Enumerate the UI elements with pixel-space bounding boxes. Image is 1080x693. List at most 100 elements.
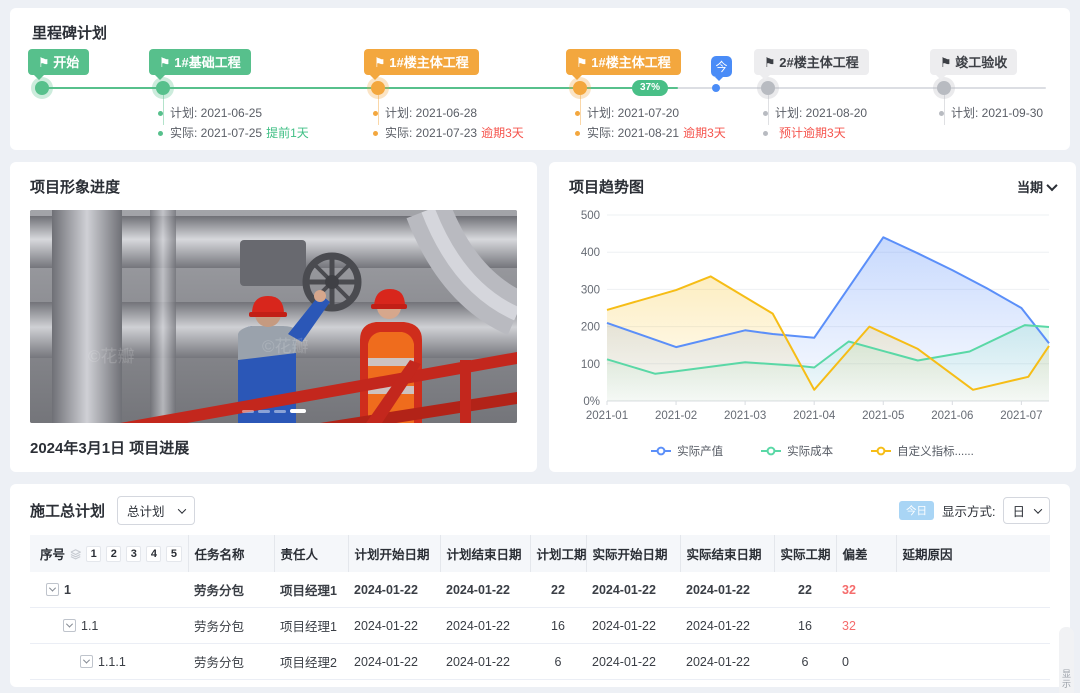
carousel-dot[interactable]	[242, 410, 254, 413]
period-dropdown-value: 当期	[1017, 177, 1043, 196]
svg-text:2021-06: 2021-06	[931, 410, 973, 422]
row-collapse-toggle[interactable]	[80, 655, 93, 668]
plan-start: 2024-01-22	[348, 608, 440, 644]
milestone-status: 提前1天	[266, 126, 309, 140]
construction-plan-card: 施工总计划 总计划 今日 显示方式: 日 序号12345任务名称责任	[10, 484, 1070, 687]
milestone-badge[interactable]: ⚑ 竣工验收	[930, 49, 1017, 75]
bullet-icon	[158, 131, 163, 136]
milestone-badge[interactable]: ⚑ 开始	[28, 49, 89, 75]
trend-chart-title: 项目趋势图	[569, 176, 644, 197]
milestone-node[interactable]	[371, 81, 385, 95]
milestone-node[interactable]	[573, 81, 587, 95]
svg-text:©花瓣: ©花瓣	[262, 337, 309, 356]
plan-days: 16	[530, 608, 586, 644]
milestone-badge[interactable]: ⚑ 1#基础工程	[149, 49, 251, 75]
actual-end: 2024-01-22	[680, 572, 774, 608]
today-marker-tag[interactable]: 今	[711, 56, 732, 77]
actual-days: 6	[774, 644, 836, 680]
legend-item[interactable]: 实际成本	[761, 443, 833, 459]
plan-type-select[interactable]: 总计划	[117, 496, 195, 525]
carousel-dot-active[interactable]	[290, 409, 306, 413]
bullet-icon	[575, 131, 580, 136]
deviation-value: 32	[842, 583, 856, 597]
level-button-5[interactable]: 5	[166, 546, 181, 562]
milestone-timeline: ⚑ 开始⚑ 1#基础工程计划: 2021-06-25实际: 2021-07-25…	[32, 47, 1048, 151]
legend-marker-icon	[871, 446, 891, 456]
milestone-date: 计划: 2021-06-28	[385, 103, 477, 123]
actual-start: 2024-01-22	[586, 680, 680, 688]
column-header: 实际工期	[774, 535, 836, 572]
row-collapse-toggle[interactable]	[63, 619, 76, 632]
flag-icon: ⚑	[159, 55, 171, 70]
column-header-label: 计划开始日期	[355, 548, 430, 562]
milestone-date: 预计逾期3天	[775, 123, 846, 143]
level-button-1[interactable]: 1	[86, 546, 101, 562]
milestone-badge[interactable]: ⚑ 1#楼主体工程	[566, 49, 681, 75]
milestone-details: 计划: 2021-09-30	[939, 103, 1043, 123]
actual-days: 5	[774, 680, 836, 688]
bullet-icon	[763, 111, 768, 116]
svg-text:300: 300	[581, 284, 600, 296]
carousel-dot[interactable]	[274, 410, 286, 413]
display-mode-value: 日	[1012, 501, 1025, 520]
carousel-dots	[242, 409, 306, 413]
side-tab[interactable]: 显示	[1059, 627, 1074, 693]
column-header: 偏差	[836, 535, 896, 572]
svg-text:2021-04: 2021-04	[793, 410, 836, 422]
milestone-details: 计划: 2021-06-28实际: 2021-07-23逾期3天	[373, 103, 524, 143]
column-header-label: 责任人	[281, 548, 319, 562]
column-header-label: 实际工期	[781, 548, 831, 562]
delay-reason	[896, 644, 1050, 680]
flag-icon: ⚑	[374, 55, 386, 70]
bullet-icon	[939, 111, 944, 116]
level-button-3[interactable]: 3	[126, 546, 141, 562]
legend-item[interactable]: 自定义指标......	[871, 443, 974, 459]
row-collapse-toggle[interactable]	[46, 583, 59, 596]
legend-label: 实际产值	[677, 443, 723, 459]
plan-table-title: 施工总计划	[30, 500, 105, 521]
display-mode-select[interactable]: 日	[1003, 497, 1050, 524]
milestone-status: 逾期3天	[683, 126, 726, 140]
legend-label: 自定义指标......	[897, 443, 974, 459]
plan-end: 2024-01-22	[440, 680, 530, 688]
layers-icon	[70, 548, 81, 560]
milestone-node[interactable]	[156, 81, 170, 95]
delay-reason	[896, 572, 1050, 608]
column-header: 责任人	[274, 535, 348, 572]
milestone-node[interactable]	[937, 81, 951, 95]
legend-item[interactable]: 实际产值	[651, 443, 723, 459]
progress-badge: 37%	[632, 80, 668, 96]
svg-text:2021-05: 2021-05	[862, 410, 904, 422]
actual-start: 2024-01-22	[586, 644, 680, 680]
period-dropdown[interactable]: 当期	[1017, 177, 1056, 196]
project-photo-carousel[interactable]: ©花瓣 ©花瓣	[30, 210, 517, 423]
task-name: 劳务分包	[188, 680, 274, 688]
side-tab-label: 显示	[1060, 669, 1073, 689]
milestone-status: 预计逾期3天	[779, 126, 846, 140]
milestone-date: 计划: 2021-06-25	[170, 103, 262, 123]
svg-text:2021-03: 2021-03	[724, 410, 766, 422]
milestone-badge[interactable]: ⚑ 1#楼主体工程	[364, 49, 479, 75]
flag-icon: ⚑	[764, 55, 776, 70]
svg-text:2021-07: 2021-07	[1000, 410, 1042, 422]
column-header: 任务名称	[188, 535, 274, 572]
delay-reason	[896, 608, 1050, 644]
svg-text:400: 400	[581, 247, 600, 259]
level-button-2[interactable]: 2	[106, 546, 121, 562]
carousel-dot[interactable]	[258, 410, 270, 413]
level-button-4[interactable]: 4	[146, 546, 161, 562]
row-id: 1.1	[81, 619, 98, 633]
milestone-node[interactable]	[35, 81, 49, 95]
plan-start: 2024-01-22	[348, 680, 440, 688]
plan-days: 5	[530, 680, 586, 688]
milestone-date: 计划: 2021-09-30	[951, 103, 1043, 123]
owner: 项目经理1	[274, 608, 348, 644]
actual-end: 2024-01-22	[680, 644, 774, 680]
flag-icon: ⚑	[940, 55, 952, 70]
milestone-badge[interactable]: ⚑ 2#楼主体工程	[754, 49, 869, 75]
svg-text:2021-02: 2021-02	[655, 410, 697, 422]
today-badge[interactable]: 今日	[899, 501, 934, 520]
milestone-node[interactable]	[761, 81, 775, 95]
svg-text:100: 100	[581, 359, 600, 371]
svg-text:500: 500	[581, 210, 600, 222]
